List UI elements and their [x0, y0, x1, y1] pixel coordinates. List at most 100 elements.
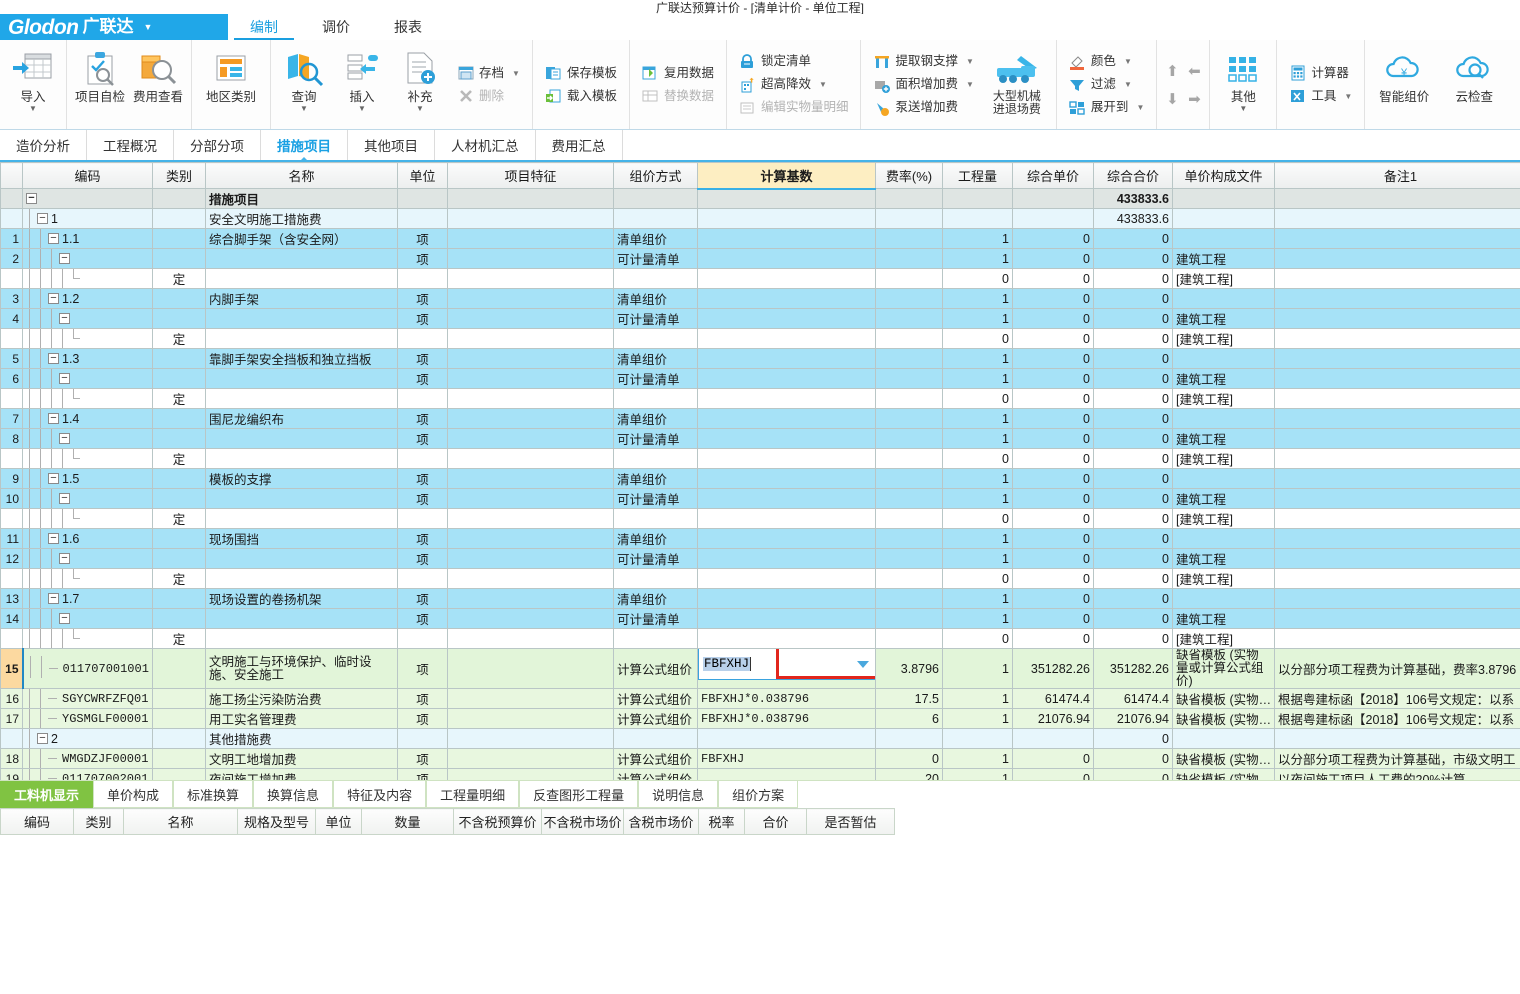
cell-remark[interactable] [1274, 448, 1520, 469]
cell-total[interactable]: 0 [1093, 328, 1173, 349]
cell-remark[interactable] [1274, 288, 1520, 309]
tree-collapse-toggle[interactable]: − [26, 193, 37, 204]
cell-name[interactable] [205, 548, 398, 569]
color-button[interactable]: 颜色 ▼ [1064, 50, 1149, 73]
cell-qty[interactable] [942, 188, 1013, 209]
table-row[interactable]: 4− 项可计量清单 1 0 0 建筑工程 [0, 308, 1520, 329]
cell-method[interactable]: 清单组价 [613, 468, 698, 489]
row-number-cell[interactable]: 6 [0, 368, 23, 389]
cell-name[interactable]: 用工实名管理费 [205, 708, 398, 729]
cell-qty[interactable] [942, 728, 1013, 749]
cell-base[interactable]: FBFXHJ*0.038796 [697, 708, 876, 729]
table-row[interactable]: −1 安全文明施工措施费 433833.6 [0, 208, 1520, 229]
cell-method[interactable] [613, 628, 698, 649]
tree-collapse-toggle[interactable]: − [59, 373, 70, 384]
cell-name[interactable]: 施工扬尘污染防治费 [205, 688, 398, 709]
calculation-base-editor[interactable]: FBFXHJ [698, 649, 875, 680]
cell-method[interactable]: 可计量清单 [613, 368, 698, 389]
cell-method[interactable]: 清单组价 [613, 528, 698, 549]
cell-total[interactable]: 0 [1093, 548, 1173, 569]
cell-name[interactable] [205, 428, 398, 449]
cell-file[interactable]: [建筑工程] [1172, 568, 1275, 589]
table-row[interactable]: 定 0 0 0 [建筑工程] [0, 388, 1520, 409]
cell-total[interactable]: 0 [1093, 288, 1173, 309]
cell-cat[interactable]: 定 [152, 508, 206, 529]
cell-cat[interactable] [152, 308, 206, 329]
bottom-col-header-6[interactable]: 不含税预算价 [453, 808, 542, 835]
cell-name[interactable]: 模板的支撑 [205, 468, 398, 489]
row-number-cell[interactable]: 14 [0, 608, 23, 629]
cell-base[interactable]: FBFXHJ [697, 648, 876, 689]
area-surcharge-button[interactable]: 面积增加费 ▼ [868, 73, 978, 96]
cell-code[interactable]: − [22, 248, 153, 269]
cell-qty[interactable]: 0 [942, 568, 1013, 589]
cell-total[interactable]: 0 [1093, 348, 1173, 369]
cell-base[interactable] [697, 508, 876, 529]
cell-remark[interactable]: 根据粤建标函【2018】106号文规定：以系 [1274, 708, 1520, 729]
bottom-col-header-11[interactable]: 是否暂估 [806, 808, 895, 835]
cell-cat[interactable] [152, 408, 206, 429]
table-row[interactable]: 12− 项可计量清单 1 0 0 建筑工程 [0, 548, 1520, 569]
cell-rate[interactable] [875, 368, 943, 389]
cell-qty[interactable]: 0 [942, 448, 1013, 469]
table-row[interactable]: 17 YGSMGLF00001 用工实名管理费项 计算公式组价 FBFXHJ*0.038… [0, 708, 1520, 729]
chevron-down-icon[interactable]: ▼ [966, 77, 974, 92]
cell-remark[interactable] [1274, 188, 1520, 209]
cell-feature[interactable] [447, 628, 614, 649]
row-number-cell[interactable] [0, 328, 23, 349]
cell-file[interactable] [1172, 408, 1275, 429]
view-tab-4[interactable]: 其他项目 [348, 130, 435, 160]
table-row[interactable]: 9−1.5 模板的支撑项清单组价 1 0 0 [0, 468, 1520, 489]
load-template-button[interactable]: 载入模板 [540, 85, 622, 108]
cell-file[interactable] [1172, 588, 1275, 609]
cell-qty[interactable]: 1 [942, 528, 1013, 549]
cell-code[interactable]: −1.6 [22, 528, 153, 549]
menu-tab-tiaojia[interactable]: 调价 [300, 14, 372, 40]
cell-total[interactable]: 0 [1093, 468, 1173, 489]
cell-feature[interactable] [447, 468, 614, 489]
bottom-col-header-1[interactable]: 类别 [73, 808, 124, 835]
cell-feature[interactable] [447, 328, 614, 349]
cell-code[interactable]: −1.5 [22, 468, 153, 489]
cell-code[interactable]: − [22, 608, 153, 629]
cell-base[interactable] [697, 728, 876, 749]
cell-feature[interactable] [447, 348, 614, 369]
row-number-cell[interactable] [0, 388, 23, 409]
cell-remark[interactable]: 以分部分项工程费为计算基础，市级文明工 [1274, 748, 1520, 769]
bottom-tab-6[interactable]: 反查图形工程量 [519, 781, 639, 808]
col-header-name[interactable]: 名称 [205, 162, 398, 189]
cell-name[interactable]: 靠脚手架安全挡板和独立挡板 [205, 348, 398, 369]
cell-base[interactable]: FBFXHJ*0.038796 [697, 688, 876, 709]
cell-unit[interactable] [397, 728, 448, 749]
cell-qty[interactable]: 0 [942, 388, 1013, 409]
reuse-data-button[interactable]: 复用数据 [637, 62, 719, 85]
row-number-cell[interactable]: 16 [0, 688, 23, 709]
row-number-cell[interactable]: 7 [0, 408, 23, 429]
cell-price[interactable]: 0 [1012, 608, 1094, 629]
table-row[interactable]: 7−1.4 围尼龙编织布项清单组价 1 0 0 [0, 408, 1520, 429]
cell-qty[interactable]: 1 [942, 288, 1013, 309]
cell-price[interactable]: 0 [1012, 328, 1094, 349]
cell-feature[interactable] [447, 768, 614, 780]
cell-method[interactable] [613, 208, 698, 229]
cell-rate[interactable] [875, 588, 943, 609]
cell-base[interactable] [697, 548, 876, 569]
cell-method[interactable] [613, 268, 698, 289]
cell-feature[interactable] [447, 368, 614, 389]
cell-unit[interactable]: 项 [397, 588, 448, 609]
cell-rate[interactable] [875, 248, 943, 269]
cell-total[interactable]: 0 [1093, 508, 1173, 529]
bottom-col-header-9[interactable]: 税率 [698, 808, 745, 835]
cell-unit[interactable] [397, 188, 448, 209]
cell-unit[interactable]: 项 [397, 248, 448, 269]
table-row[interactable]: 定 0 0 0 [建筑工程] [0, 568, 1520, 589]
chevron-down-icon[interactable]: ▼ [1344, 89, 1352, 104]
row-number-cell[interactable] [0, 268, 23, 289]
cell-remark[interactable] [1274, 428, 1520, 449]
row-number-cell[interactable]: 12 [0, 548, 23, 569]
query-button[interactable]: 查询 ▼ [275, 42, 333, 127]
cell-price[interactable]: 0 [1012, 448, 1094, 469]
row-number-cell[interactable]: 15 [0, 648, 24, 689]
bottom-col-header-0[interactable]: 编码 [0, 808, 74, 835]
cell-price[interactable]: 0 [1012, 468, 1094, 489]
